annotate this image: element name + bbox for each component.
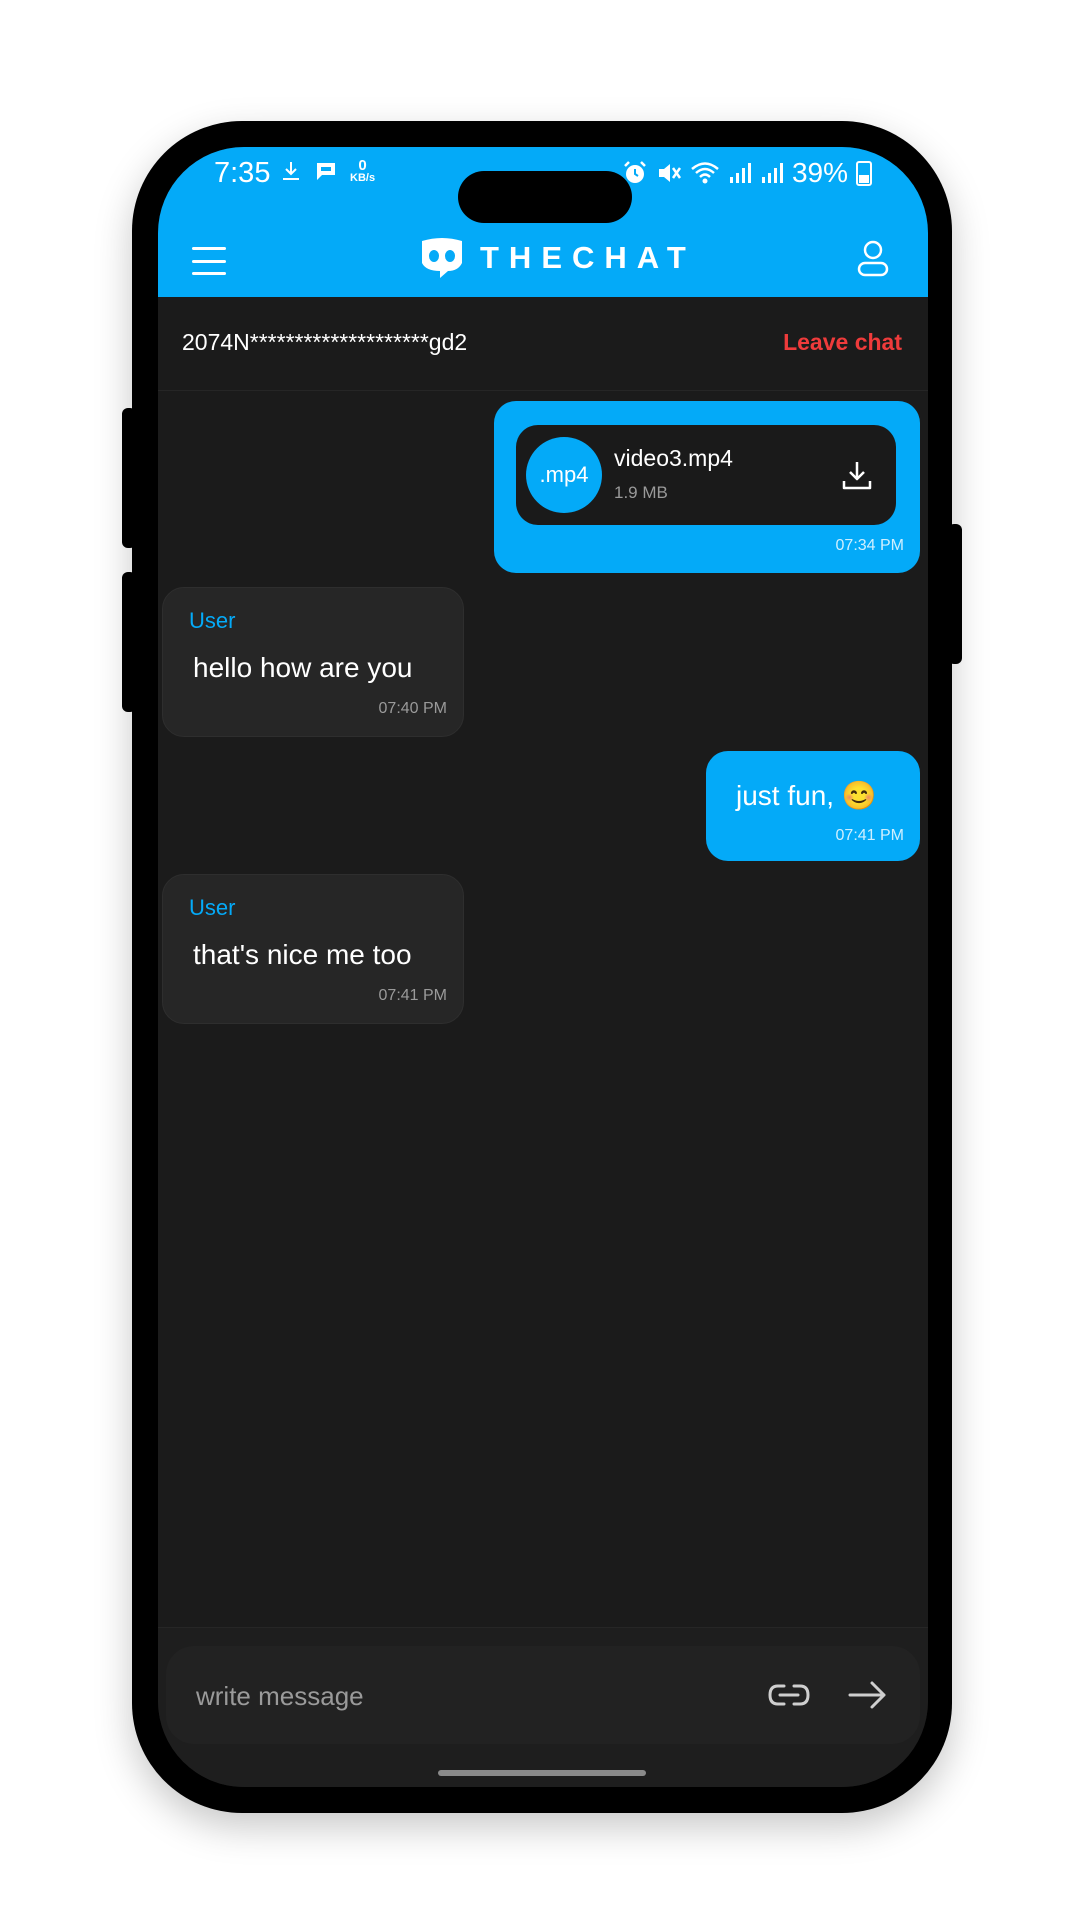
app-header: THECHAT (158, 227, 928, 297)
message-status-icon (317, 163, 335, 180)
hamburger-menu-icon[interactable] (192, 247, 226, 275)
power-button (948, 524, 962, 664)
file-name: video3.mp4 (614, 445, 733, 471)
camera-island (458, 171, 632, 223)
mute-icon (658, 164, 681, 182)
app-title: THECHAT (480, 240, 696, 275)
file-type-badge: .mp4 (526, 437, 602, 513)
wifi-icon (691, 162, 719, 184)
message-composer (166, 1646, 920, 1744)
send-icon[interactable] (846, 1676, 888, 1714)
net-speed: 0 KB/s (350, 157, 376, 184)
link-icon[interactable] (766, 1676, 812, 1714)
net-speed-unit: KB/s (350, 172, 376, 184)
status-time: 7:35 (214, 157, 271, 189)
app-top-bar: 7:35 0 KB/s 39% THECHAT (158, 147, 928, 297)
composer-area (158, 1627, 928, 1787)
chat-mascot-logo-icon (422, 238, 462, 278)
download-status-icon (283, 162, 299, 180)
user-profile-icon[interactable] (856, 239, 890, 279)
battery-percent: 39% (791, 157, 848, 188)
message-time: 07:40 PM (378, 700, 447, 717)
file-size: 1.9 MB (614, 483, 668, 502)
download-icon[interactable] (840, 459, 874, 493)
chat-info-bar: 2074N********************gd2 Leave chat (158, 297, 928, 391)
incoming-message: User hello how are you 07:40 PM (162, 587, 464, 737)
message-time: 07:41 PM (835, 827, 904, 844)
app-logo: THECHAT (418, 237, 696, 279)
message-time: 07:41 PM (378, 987, 447, 1004)
incoming-message: User that's nice me too 07:41 PM (162, 874, 464, 1024)
message-input[interactable] (196, 1676, 716, 1716)
status-right-icons: 39% (622, 157, 872, 189)
volume-down-button (122, 572, 136, 712)
home-indicator[interactable] (438, 1770, 646, 1776)
outgoing-message: just fun, 😊 07:41 PM (706, 751, 920, 861)
status-left-icons: 0 KB/s (280, 157, 376, 184)
chat-id: 2074N********************gd2 (182, 329, 468, 355)
net-speed-value: 0 (358, 157, 367, 174)
outgoing-file-message: .mp4 video3.mp4 1.9 MB 07:34 PM (494, 401, 920, 573)
message-time: 07:34 PM (835, 537, 904, 554)
alarm-icon (624, 161, 646, 183)
leave-chat-button[interactable]: Leave chat (783, 329, 902, 356)
sender-name: User (189, 895, 236, 920)
file-attachment[interactable]: .mp4 video3.mp4 1.9 MB (516, 425, 896, 525)
battery-icon (856, 160, 872, 186)
signal-2-icon (761, 163, 783, 183)
message-text: just fun, 😊 (736, 780, 877, 811)
signal-1-icon (729, 163, 751, 183)
phone-screen: 7:35 0 KB/s 39% THECHAT 2074N***********… (158, 147, 928, 1787)
message-text: hello how are you (193, 652, 413, 683)
message-text: that's nice me too (193, 939, 412, 970)
sender-name: User (189, 608, 236, 633)
volume-up-button (122, 408, 136, 548)
